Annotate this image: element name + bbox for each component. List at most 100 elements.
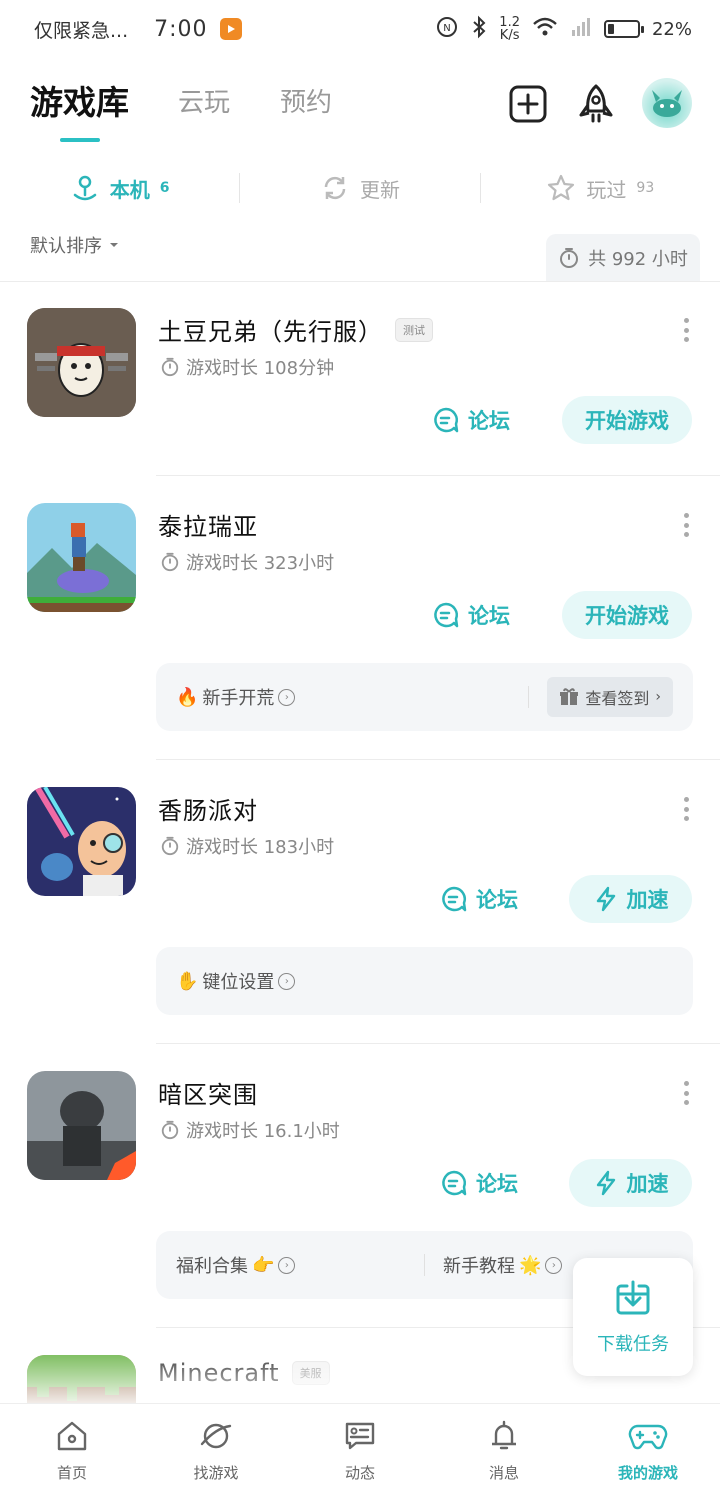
check-in-button[interactable]: 查看签到 › [547, 677, 673, 717]
game-icon-terraria [27, 503, 136, 612]
bluetooth-icon [471, 15, 487, 44]
game-title-text: Minecraft [158, 1359, 280, 1387]
notification-app-icon [219, 18, 242, 40]
subtab-played[interactable]: 玩过 93 [481, 173, 720, 203]
timer-icon [161, 357, 179, 377]
game-icon-brotato [27, 308, 136, 417]
keymap-settings-link[interactable]: ✋ 键位设置 › [176, 968, 673, 994]
forum-button[interactable]: 论坛 [440, 1159, 518, 1207]
total-playtime-label: 共 992 小时 [588, 249, 688, 270]
divider [156, 759, 720, 760]
chat-bubble-icon [434, 602, 459, 628]
battery-percent: 22% [651, 18, 692, 40]
feed-icon [345, 1422, 375, 1449]
game-playtime-text: 游戏时长 323小时 [186, 553, 335, 574]
nav-feed[interactable]: 动态 [288, 1404, 432, 1496]
game-playtime: 游戏时长 183小时 [160, 833, 334, 859]
game-playtime-text: 游戏时长 183小时 [186, 837, 335, 858]
subtab-played-label: 玩过 [586, 177, 627, 202]
game-playtime: 游戏时长 16.1小时 [160, 1117, 340, 1143]
game-icon-sausage-party [27, 787, 136, 896]
nfc-icon: N [435, 15, 459, 44]
forum-button[interactable]: 论坛 [432, 396, 510, 444]
timer-icon [560, 248, 579, 268]
speedup-button[interactable]: 加速 [569, 1159, 692, 1207]
potato-character-icon [27, 308, 136, 417]
more-options-button[interactable] [682, 797, 690, 821]
game-playtime: 游戏时长 108分钟 [160, 354, 334, 380]
speedup-button[interactable]: 加速 [569, 875, 692, 923]
net-speed: 1.2 K/s [499, 16, 520, 42]
planet-icon [200, 1423, 232, 1448]
lightning-icon [596, 1170, 615, 1196]
more-options-button[interactable] [682, 1081, 690, 1105]
rocket-icon [579, 84, 613, 123]
gift-icon [560, 688, 579, 705]
game-title-text: 香肠派对 [158, 797, 258, 825]
nav-home[interactable]: 首页 [0, 1404, 144, 1496]
tab-game-library[interactable]: 游戏库 [30, 76, 129, 124]
timer-icon [161, 1120, 179, 1140]
caret-down-icon [110, 243, 118, 247]
welfare-collection-link[interactable]: 福利合集 👉 › [176, 1252, 406, 1278]
tab-reservation[interactable]: 预约 [280, 82, 332, 119]
tab-indicator [60, 138, 100, 142]
status-bar: 仅限紧急... 7:00 N 1.2 K/s 22% [0, 0, 720, 58]
sort-label: 默认排序 [30, 236, 102, 257]
timer-icon [161, 552, 179, 572]
clock: 7:00 [154, 16, 208, 42]
nav-home-label: 首页 [56, 1463, 87, 1482]
start-game-button[interactable]: 开始游戏 [562, 591, 692, 639]
header: 游戏库 云玩 预约 [0, 62, 720, 152]
game-playtime: 游戏时长 323小时 [160, 549, 334, 575]
add-game-button[interactable] [506, 82, 550, 126]
subtab-local[interactable]: 本机 6 [0, 173, 239, 203]
star-icon [548, 174, 575, 201]
carrier-text: 仅限紧急... [34, 19, 129, 42]
speedup-label: 加速 [626, 888, 669, 912]
game-title-text: 暗区突围 [158, 1081, 258, 1109]
start-game-button[interactable]: 开始游戏 [562, 396, 692, 444]
battery-fill [607, 24, 615, 34]
chevron-right-icon: › [278, 972, 296, 990]
tab-cloud-play[interactable]: 云玩 [178, 82, 230, 119]
newbie-guide-link[interactable]: 🔥 新手开荒 › [176, 684, 510, 710]
game-title-text: 泰拉瑞亚 [158, 513, 258, 541]
game-extras-bar: 🔥 新手开荒 › 查看签到 › [156, 663, 693, 731]
forum-button[interactable]: 论坛 [432, 591, 510, 639]
divider [0, 281, 720, 282]
forum-label: 论坛 [468, 604, 510, 628]
wifi-icon [532, 16, 558, 43]
download-tasks-button[interactable]: 下载任务 [573, 1258, 693, 1376]
home-icon [57, 1421, 87, 1450]
subtab-local-label: 本机 [109, 177, 150, 202]
chevron-right-icon: › [545, 1256, 563, 1274]
speedup-rocket-button[interactable] [574, 82, 618, 126]
nav-feed-label: 动态 [344, 1463, 375, 1482]
nav-find-games[interactable]: 找游戏 [144, 1404, 288, 1496]
chat-bubble-icon [442, 1170, 467, 1196]
total-playtime: 共 992 小时 [546, 234, 700, 282]
pointing-emoji-icon: 👉 [252, 1254, 275, 1276]
chat-bubble-icon [442, 886, 467, 912]
newbie-guide-label: 新手开荒 [202, 688, 275, 709]
forum-button[interactable]: 论坛 [440, 875, 518, 923]
nav-messages-label: 消息 [488, 1463, 519, 1482]
subtab-update[interactable]: 更新 [240, 173, 479, 203]
nav-my-games-label: 我的游戏 [617, 1463, 678, 1482]
download-box-icon [616, 1280, 650, 1315]
game-icon-arena-breakout [27, 1071, 136, 1180]
subtabs: 本机 6 更新 玩过 93 [0, 160, 720, 216]
bell-icon [492, 1420, 516, 1449]
nav-my-games[interactable]: 我的游戏 [576, 1404, 720, 1496]
sausage-character-icon [27, 787, 136, 896]
test-badge: 测试 [395, 317, 433, 342]
terraria-character-icon [27, 503, 136, 612]
hand-emoji-icon: ✋ [176, 970, 199, 992]
more-options-button[interactable] [682, 513, 690, 537]
nav-messages[interactable]: 消息 [432, 1404, 576, 1496]
sort-dropdown[interactable]: 默认排序 [30, 232, 120, 258]
divider [424, 1254, 425, 1276]
avatar[interactable] [642, 78, 692, 128]
more-options-button[interactable] [682, 318, 690, 342]
